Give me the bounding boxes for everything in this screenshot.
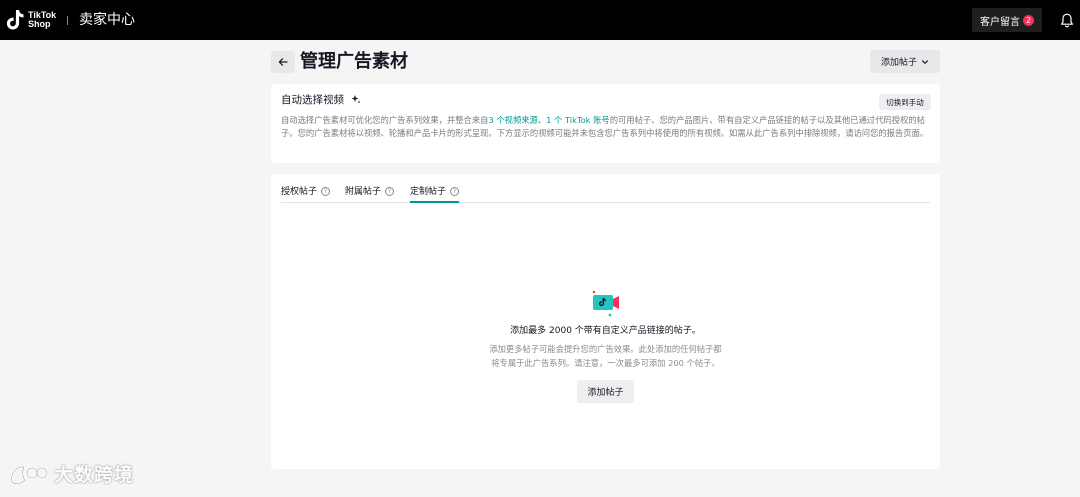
auto-select-title: 自动选择视频	[281, 93, 361, 107]
tab-authorized-posts[interactable]: 授权帖子 ?	[281, 185, 331, 203]
page-title: 管理广告素材	[300, 51, 408, 72]
tab-label: 附属帖子	[345, 187, 382, 197]
watermark-logo-icon	[10, 465, 49, 485]
tab-affiliate-posts[interactable]: 附属帖子 ?	[345, 185, 395, 203]
tab-custom-posts[interactable]: 定制帖子 ?	[410, 185, 460, 203]
empty-state-description: 添加更多帖子可能会提升您的广告效果。此处添加的任何帖子都 将专属于此广告系列。请…	[471, 343, 740, 370]
customer-messages-button[interactable]: 客户留言 2	[972, 8, 1042, 32]
video-sources-link[interactable]: 3 个视频来源、1 个 TikTok 账号	[488, 115, 609, 125]
watermark: 大数跨境	[8, 462, 134, 488]
auto-select-desc-part1: 自动选择广告素材可优化您的广告系列效果，并整合来自	[281, 115, 489, 125]
back-button[interactable]	[271, 51, 295, 73]
unread-count-badge: 2	[1023, 14, 1034, 26]
arrow-left-icon	[278, 58, 288, 66]
top-nav-bar: TikTok Shop 卖家中心 客户留言 2	[0, 0, 1080, 40]
posts-tabs: 授权帖子 ? 附属帖子 ? 定制帖子 ?	[281, 185, 930, 203]
switch-to-manual-button[interactable]: 切换到手动	[879, 94, 931, 110]
auto-select-description: 自动选择广告素材可优化您的广告系列效果，并整合来自3 个视频来源、1 个 Tik…	[281, 114, 931, 140]
help-icon[interactable]: ?	[321, 187, 331, 196]
add-posts-dropdown-button[interactable]: 添加帖子	[870, 50, 940, 73]
bell-icon[interactable]	[1060, 13, 1074, 28]
video-camera-illustration-icon	[592, 290, 619, 317]
empty-state-title: 添加最多 2000 个带有自定义产品链接的帖子。	[510, 326, 701, 336]
help-icon[interactable]: ?	[385, 187, 395, 196]
empty-state-desc-line2: 将专属于此广告系列。请注意，一次最多可添加 200 个帖子。	[491, 357, 720, 368]
auto-select-title-text: 自动选择视频	[281, 94, 344, 106]
sparkle-icon	[351, 95, 361, 104]
watermark-text: 大数跨境	[54, 464, 135, 486]
add-posts-button[interactable]: 添加帖子	[577, 380, 634, 403]
tiktok-shop-logo[interactable]: TikTok Shop	[6, 9, 56, 31]
tab-label: 定制帖子	[410, 187, 447, 197]
tab-label: 授权帖子	[281, 187, 318, 197]
posts-card: 授权帖子 ? 附属帖子 ? 定制帖子 ? 添加最多 2000 个带有自定义产品链…	[271, 174, 940, 469]
auto-select-video-card: 自动选择视频 切换到手动 自动选择广告素材可优化您的广告系列效果，并整合来自3 …	[271, 84, 940, 163]
app-title: 卖家中心	[79, 12, 135, 28]
logo-divider	[67, 16, 68, 25]
customer-messages-label: 客户留言	[980, 16, 1020, 28]
tiktok-note-icon	[6, 10, 24, 30]
chevron-down-icon	[921, 59, 929, 64]
empty-state-desc-line1: 添加更多帖子可能会提升您的广告效果。此处添加的任何帖子都	[489, 344, 722, 354]
help-icon[interactable]: ?	[450, 187, 460, 196]
add-posts-label: 添加帖子	[880, 58, 917, 68]
logo-line-2: Shop	[28, 19, 51, 29]
